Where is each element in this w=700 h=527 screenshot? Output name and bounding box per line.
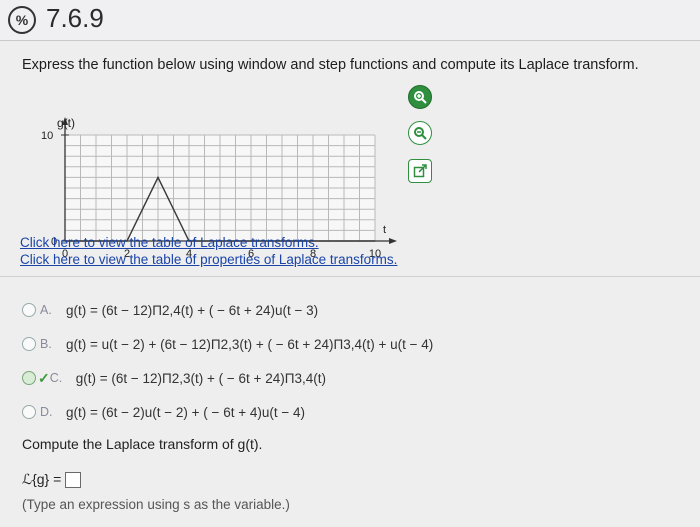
laplace-properties-link[interactable]: Click here to view the table of properti… (20, 251, 397, 268)
reference-links: Click here to view the table of Laplace … (20, 234, 397, 268)
problem-header: % 7.6.9 (0, 0, 700, 41)
option-d-letter: D. (40, 405, 53, 419)
option-b-radio[interactable] (22, 337, 36, 351)
laplace-table-link[interactable]: Click here to view the table of Laplace … (20, 234, 397, 251)
zoom-out-icon[interactable] (408, 121, 432, 145)
y-tick-label-top: 10 (41, 130, 53, 142)
answer-label: ℒ{g} = (22, 471, 62, 487)
option-d[interactable]: D. g(t) = (6t − 2)u(t − 2) + ( − 6t + 4)… (22, 395, 433, 429)
option-b-letter: B. (40, 337, 52, 351)
option-a[interactable]: A. g(t) = (6t − 12)Π2,4(t) + ( − 6t + 24… (22, 293, 433, 327)
problem-status-icon: % (8, 6, 36, 34)
section-divider (0, 276, 700, 277)
option-c-text: g(t) = (6t − 12)Π2,3(t) + ( − 6t + 24)Π3… (75, 370, 326, 386)
zoom-in-icon[interactable] (408, 85, 432, 109)
y-axis-label: g(t) (57, 116, 75, 130)
problem-number: 7.6.9 (46, 3, 104, 33)
option-c[interactable]: ✓ C. g(t) = (6t − 12)Π2,3(t) + ( − 6t + … (22, 361, 433, 395)
option-c-letter: C. (49, 371, 63, 385)
answer-options: A. g(t) = (6t − 12)Π2,4(t) + ( − 6t + 24… (22, 293, 433, 429)
correct-check-icon: ✓ (38, 369, 50, 386)
option-d-text: g(t) = (6t − 2)u(t − 2) + ( − 6t + 4)u(t… (66, 404, 305, 420)
answer-input[interactable] (65, 471, 82, 488)
problem-content: Express the function below using window … (0, 41, 700, 527)
option-a-radio[interactable] (22, 303, 36, 317)
problem-prompt: Express the function below using window … (22, 57, 639, 73)
answer-row: ℒ{g} = (22, 471, 82, 488)
option-a-text: g(t) = (6t − 12)Π2,4(t) + ( − 6t + 24)u(… (66, 302, 319, 318)
compute-prompt: Compute the Laplace transform of g(t). (22, 436, 263, 452)
answer-hint: (Type an expression using s as the varia… (22, 497, 290, 512)
graph-grid (64, 134, 376, 242)
popout-icon[interactable] (408, 159, 432, 183)
option-d-radio[interactable] (22, 405, 36, 419)
option-a-letter: A. (40, 303, 52, 317)
option-b[interactable]: B. g(t) = u(t − 2) + (6t − 12)Π2,3(t) + … (22, 327, 433, 361)
option-b-text: g(t) = u(t − 2) + (6t − 12)Π2,3(t) + ( −… (66, 336, 434, 352)
option-c-radio[interactable] (22, 371, 36, 385)
